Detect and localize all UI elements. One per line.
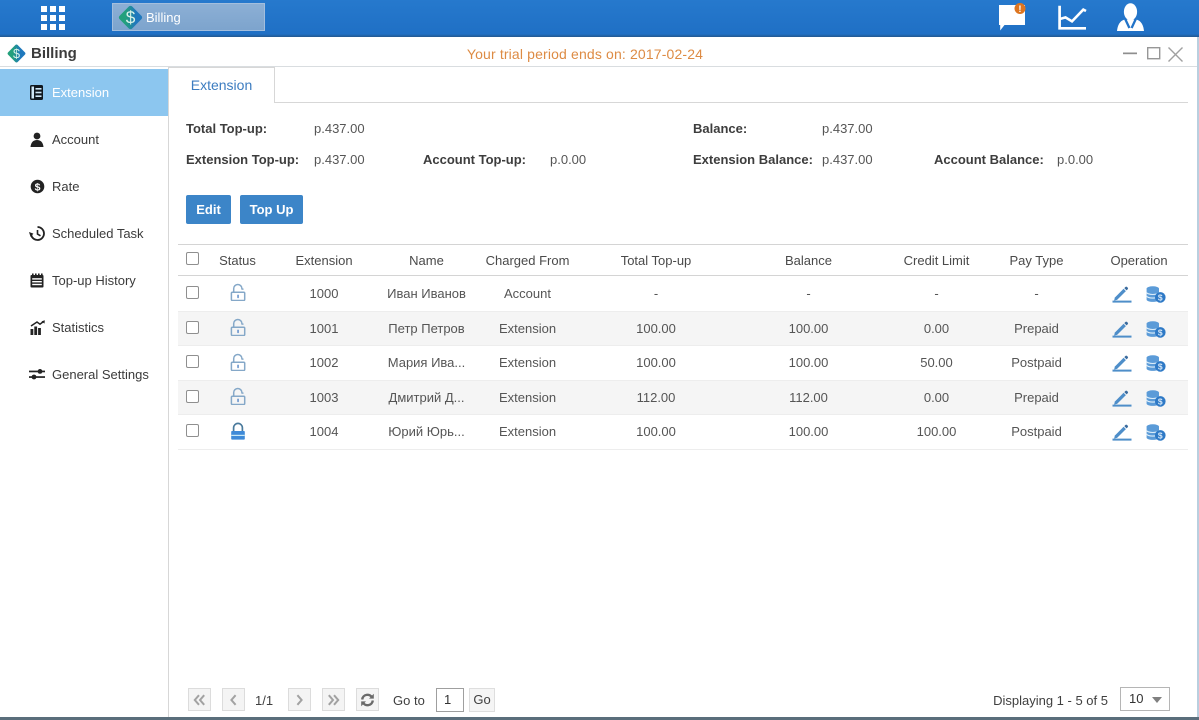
- svg-text:$: $: [1158, 362, 1163, 372]
- svg-text:$: $: [126, 7, 136, 27]
- svg-text:$: $: [34, 181, 40, 193]
- svg-text:$: $: [1158, 327, 1163, 337]
- svg-text:!: !: [1018, 4, 1021, 15]
- svg-text:$: $: [1158, 292, 1163, 302]
- svg-text:$: $: [1158, 431, 1163, 441]
- svg-text:$: $: [1158, 396, 1163, 406]
